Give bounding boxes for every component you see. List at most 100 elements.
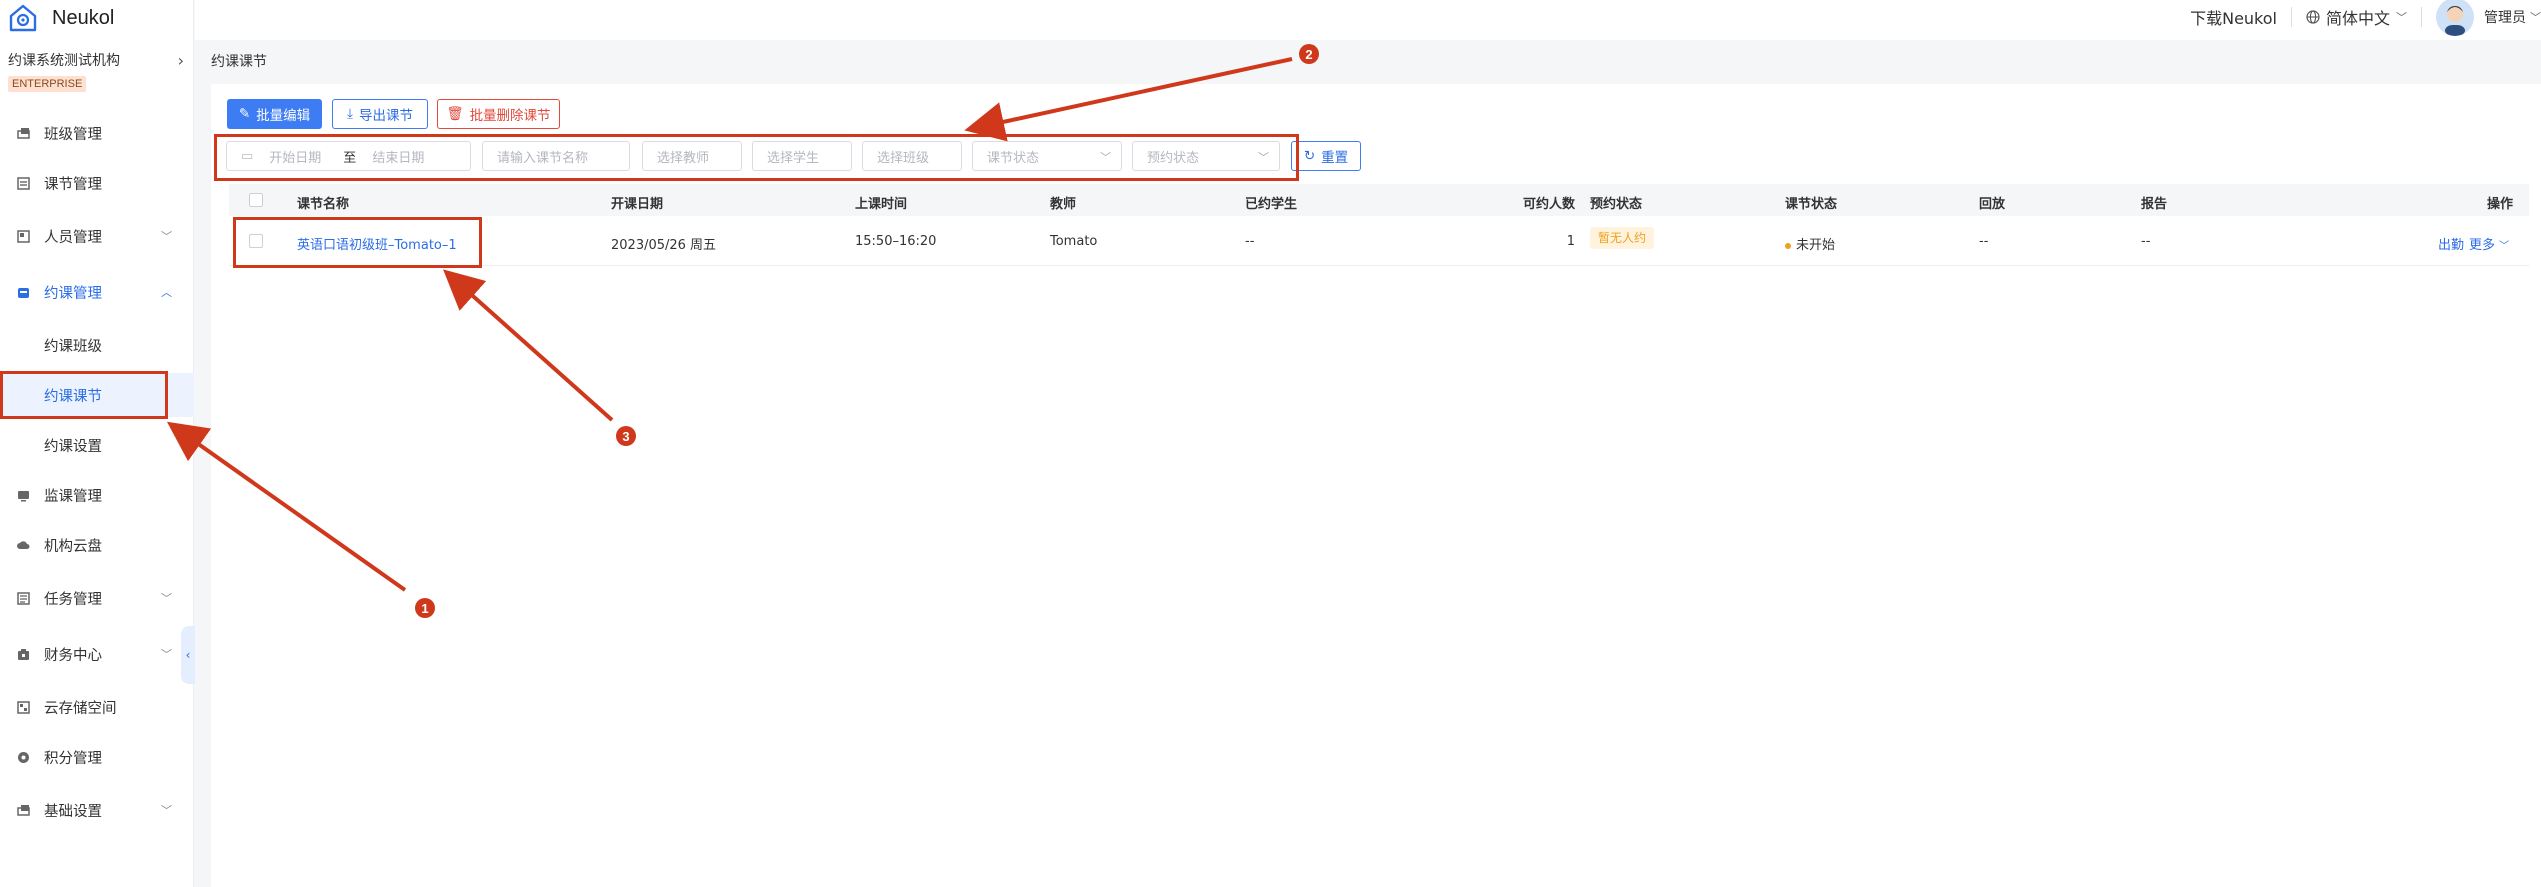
language-label: 简体中文 (2325, 9, 2390, 28)
sidebar-item-label: 基础设置 (44, 803, 102, 820)
chevron-left-icon: ‹ (185, 648, 191, 662)
points-icon (16, 750, 30, 764)
sidebar-subitem-label: 约课设置 (44, 438, 102, 455)
sidebar-item-booking[interactable]: 约课管理 ︿ (0, 275, 194, 309)
brand[interactable]: Neukol (8, 2, 114, 34)
user-name[interactable]: 管理员 (2484, 7, 2526, 27)
chevron-up-icon: ︿ (161, 286, 172, 299)
sidebar-item-label: 课节管理 (44, 176, 102, 193)
chevron-down-icon: ﹀ (2499, 241, 2510, 252)
monitor-icon (16, 488, 30, 502)
refresh-icon: ↻ (1303, 148, 1316, 164)
sidebar-item-points[interactable]: 积分管理 (0, 740, 194, 774)
replay-cell: -- (1979, 234, 1989, 249)
sidebar-item-label: 云存储空间 (44, 700, 117, 717)
table-header: 课节名称 开课日期 上课时间 教师 已约学生 可约人数 预约状态 课节状态 回放… (229, 184, 2529, 216)
more-actions-dropdown[interactable]: 更多 ﹀ (2469, 234, 2509, 253)
download-link[interactable]: 下载Neukol (2190, 5, 2277, 29)
org-name: 约课系统测试机构 (8, 53, 120, 69)
divider (2421, 7, 2422, 27)
column-header: 开课日期 (611, 197, 664, 212)
sidebar-item-classes[interactable]: 班级管理 (0, 116, 194, 150)
sidebar-item-label: 财务中心 (44, 647, 102, 664)
avatar[interactable] (2436, 0, 2474, 36)
reset-label: 重置 (1321, 150, 1349, 166)
lesson-status-label: 未开始 (1796, 238, 1836, 253)
language-selector[interactable]: 简体中文 ﹀ (2306, 5, 2407, 29)
sidebar-collapse-button[interactable]: ‹ (181, 626, 195, 684)
class-icon (16, 126, 30, 140)
top-header: 下载Neukol 简体中文 ﹀ 管理员 ﹀ (195, 0, 2541, 40)
sidebar-item-label: 积分管理 (44, 750, 102, 767)
annotation-box-2 (214, 134, 1299, 181)
reset-button[interactable]: ↻ 重置 (1291, 141, 1361, 171)
sidebar-subitem-booking-classes[interactable]: 约课班级 (0, 323, 194, 367)
chevron-right-icon: › (177, 50, 184, 70)
sidebar-item-label: 约课管理 (44, 285, 102, 302)
chevron-down-icon: ﹀ (2530, 11, 2541, 24)
column-header: 已约学生 (1245, 197, 1298, 212)
annotation-box-3 (233, 217, 482, 268)
select-all-checkbox[interactable] (249, 193, 263, 207)
attendance-link[interactable]: 出勤 (2438, 234, 2464, 253)
column-header: 操作 (2486, 197, 2513, 212)
more-actions-label: 更多 (2469, 238, 2496, 253)
divider (2290, 7, 2292, 27)
column-header: 可约人数 (1522, 197, 1575, 212)
sidebar-item-cloud-disk[interactable]: 机构云盘 (0, 528, 194, 562)
sidebar-item-finance[interactable]: 财务中心 ﹀ (0, 637, 194, 671)
sidebar-item-cloud-storage[interactable]: 云存储空间 (0, 690, 194, 724)
org-switcher[interactable]: 约课系统测试机构 › (8, 50, 184, 70)
brand-name: Neukol (52, 6, 115, 29)
chevron-down-icon: ﹀ (161, 592, 172, 605)
report-cell: -- (2141, 234, 2151, 249)
annotation-marker-2 (1299, 44, 1319, 64)
booking-status-tag: 暂无人约 (1590, 227, 1655, 249)
batch-edit-button[interactable]: ✎ 批量编辑 (227, 99, 322, 129)
batch-edit-label: 批量编辑 (256, 108, 311, 124)
sidebar-item-lessons[interactable]: 课节管理 (0, 166, 194, 200)
sidebar: Neukol 约课系统测试机构 › ENTERPRISE 班级管理 课节管理 人… (0, 0, 194, 887)
column-header: 教师 (1050, 197, 1077, 212)
export-button[interactable]: ⤓ 导出课节 (332, 99, 428, 129)
user-avatar-icon (2445, 6, 2465, 36)
batch-delete-button[interactable]: 🗑 批量删除课节 (437, 99, 560, 129)
finance-icon (16, 647, 30, 661)
lesson-status: 未开始 (1785, 234, 1835, 253)
status-dot (1785, 242, 1791, 249)
lesson-icon (16, 176, 30, 190)
download-icon: ⤓ (347, 106, 353, 122)
sidebar-subitem-label: 约课班级 (44, 338, 102, 355)
sidebar-item-basic-settings[interactable]: 基础设置 ﹀ (0, 793, 194, 827)
column-header: 上课时间 (855, 197, 908, 212)
batch-delete-label: 批量删除课节 (469, 108, 551, 124)
sidebar-item-label: 机构云盘 (44, 538, 102, 555)
lesson-date: 2023/05/26 周五 (611, 238, 717, 253)
chevron-down-icon: ﹀ (161, 648, 172, 661)
sidebar-item-monitoring[interactable]: 监课管理 (0, 478, 194, 512)
page-title: 约课课节 (211, 54, 267, 70)
booking-status-label: 暂无人约 (1590, 227, 1655, 249)
annotation-box-1 (0, 371, 168, 419)
chevron-down-icon: ﹀ (161, 804, 172, 817)
people-icon (16, 229, 30, 243)
enterprise-badge: ENTERPRISE (8, 76, 87, 92)
column-header: 课节名称 (297, 197, 350, 212)
annotation-marker-2-label: 2 (1305, 47, 1312, 62)
storage-icon (16, 700, 30, 714)
booking-icon (16, 285, 30, 299)
column-header: 预约状态 (1590, 197, 1643, 212)
cloud-icon (16, 538, 30, 552)
available-capacity: 1 (1566, 234, 1575, 249)
sidebar-item-label: 监课管理 (44, 488, 102, 505)
sidebar-subitem-booking-settings[interactable]: 约课设置 (0, 423, 194, 467)
sidebar-item-label: 班级管理 (44, 126, 102, 143)
logo-icon (9, 4, 37, 32)
chevron-down-icon: ﹀ (161, 230, 172, 243)
column-header: 报告 (2141, 197, 2168, 212)
sidebar-item-tasks[interactable]: 任务管理 ﹀ (0, 581, 194, 615)
sidebar-item-people[interactable]: 人员管理 ﹀ (0, 219, 194, 253)
column-header: 课节状态 (1785, 197, 1838, 212)
globe-icon (2306, 10, 2320, 24)
lesson-time: 15:50–16:20 (855, 234, 937, 249)
